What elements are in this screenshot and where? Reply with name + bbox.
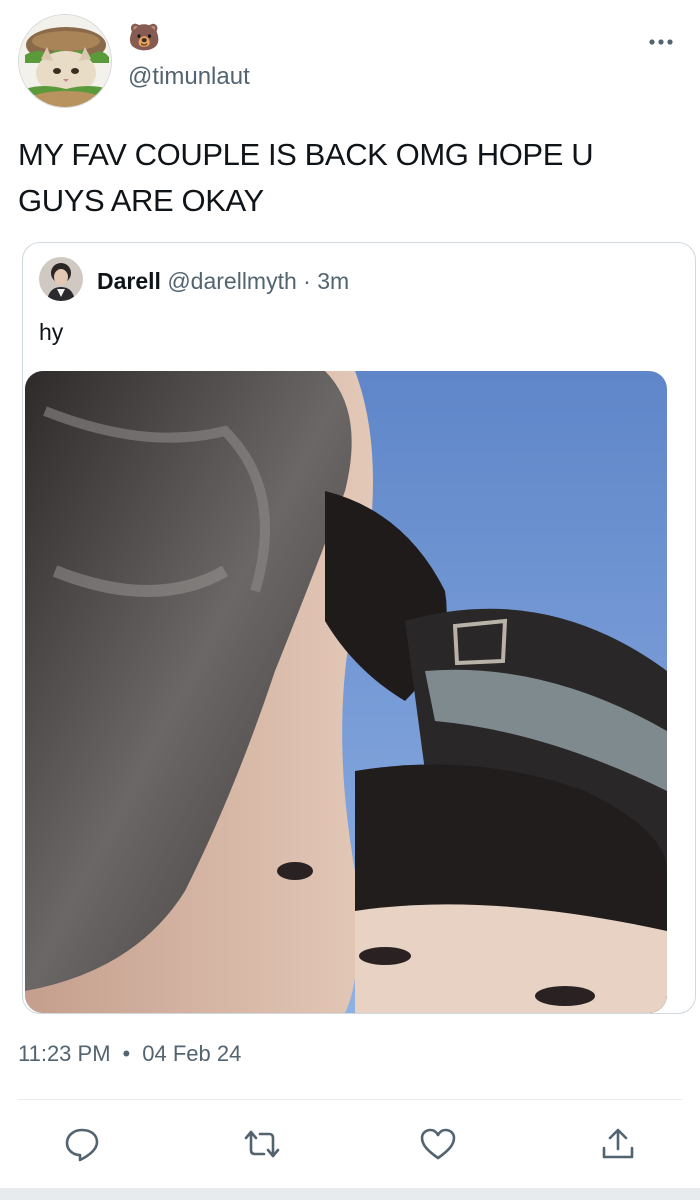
tweet-timestamp: 11:23 PM • 04 Feb 24 [18,1040,241,1068]
tweet-header: 🐻 @timunlaut [0,0,700,110]
cat-burger-avatar-image [19,15,111,107]
quoted-author-name[interactable]: Darell [97,268,161,294]
quoted-author-row: Darell @darellmyth · 3m [97,267,349,295]
quoted-tweet-card[interactable]: Darell @darellmyth · 3m hy [22,242,696,1014]
quoted-tweet-photo[interactable] [25,371,667,1013]
tweet-actions-bar [0,1112,700,1176]
bottom-edge-bar [0,1188,700,1200]
quoted-tweet-age: 3m [317,268,350,294]
timestamp-separator: • [122,1041,131,1066]
author-avatar[interactable] [18,14,112,108]
quoted-meta-separator: · [296,268,318,294]
heart-icon[interactable] [418,1124,458,1164]
retweet-icon[interactable] [242,1124,282,1164]
share-icon[interactable] [598,1124,638,1164]
reply-icon[interactable] [62,1124,102,1164]
author-handle[interactable]: @timunlaut [128,62,250,92]
tweet-time[interactable]: 11:23 PM [18,1041,111,1066]
quoted-author-handle[interactable]: @darellmyth [167,268,296,294]
quoted-tweet-text: hy [39,319,64,345]
author-display-name[interactable]: 🐻 [128,22,160,52]
tweet-text: MY FAV COUPLE IS BACK OMG HOPE U GUYS AR… [18,137,594,218]
actions-divider [18,1099,682,1100]
tweet-date[interactable]: 04 Feb 24 [142,1041,241,1066]
quoted-author-avatar[interactable] [39,257,83,301]
more-horizontal-icon[interactable] [646,32,676,52]
